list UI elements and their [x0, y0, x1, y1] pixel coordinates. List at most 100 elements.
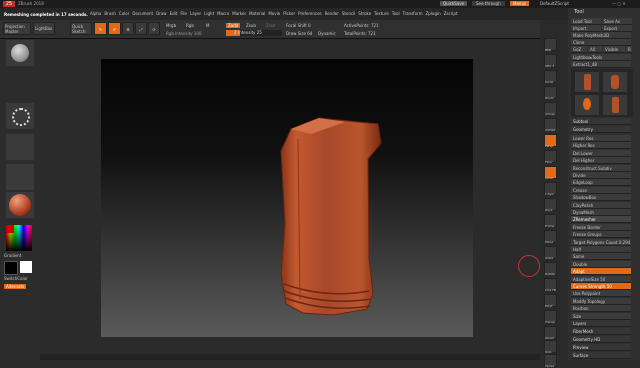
geometry-dynamesh[interactable]: DynaMesh: [571, 209, 631, 216]
menu-item-layer[interactable]: Layer: [190, 11, 201, 16]
geometry-double[interactable]: Double: [571, 260, 631, 268]
shelf-aahalf-button[interactable]: AAHalf: [544, 118, 557, 132]
geometry-reconstruct-subdiv[interactable]: Reconstruct Subdiv: [571, 164, 631, 172]
tool-panel-title[interactable]: Tool: [574, 10, 584, 15]
default-zscript[interactable]: DefaultZScript: [540, 1, 569, 6]
geometry-shadowbox[interactable]: ShadowBox: [571, 194, 631, 202]
save-as-button[interactable]: Save As: [602, 18, 632, 25]
menu-item-transform[interactable]: Transform: [403, 11, 423, 16]
menu-item-render[interactable]: Render: [325, 11, 339, 16]
geometry-zremesher[interactable]: ZRemesher: [571, 216, 631, 224]
geometry-adapt[interactable]: Adapt: [571, 268, 631, 276]
menu-item-edit[interactable]: Edit: [170, 11, 178, 16]
draw-button[interactable]: ✐: [108, 22, 121, 35]
shelf-zoom-button[interactable]: Zoom: [544, 86, 557, 100]
geometry-freeze-groups[interactable]: Freeze Groups: [571, 231, 631, 239]
quicksave-button[interactable]: QuickSave: [440, 1, 468, 6]
rgb-button[interactable]: Rgb: [186, 23, 194, 28]
make-polymesh-button[interactable]: Make PolyMesh3D: [571, 32, 631, 39]
shelf-solo-button[interactable]: Solo: [544, 340, 557, 354]
main-color-swatch[interactable]: [20, 261, 32, 273]
r-button[interactable]: R: [626, 46, 632, 53]
material-thumbnail[interactable]: [6, 192, 34, 218]
z-intensity-slider[interactable]: Z Intensity 25: [226, 30, 282, 36]
shelf-scale-button[interactable]: Scale: [544, 246, 557, 260]
geometry-freeze-border[interactable]: Freeze Border: [571, 223, 631, 231]
shelf-spix-3-button[interactable]: SPix 3: [544, 54, 557, 68]
scale-button[interactable]: ⤢: [135, 22, 147, 35]
current-tool-slider[interactable]: Extract1_48: [571, 61, 631, 68]
menu-item-texture[interactable]: Texture: [374, 11, 389, 16]
geometry-divide[interactable]: Divide: [571, 172, 631, 179]
texture-thumbnail[interactable]: [6, 164, 34, 190]
geometry-modify-topology[interactable]: Modify Topology: [571, 297, 631, 305]
menu-item-macro[interactable]: Macro: [217, 11, 229, 16]
shelf-move-button[interactable]: Move: [544, 230, 557, 244]
section-geometry-hd[interactable]: Geometry HD: [571, 336, 631, 343]
edit-button[interactable]: ✎: [94, 22, 107, 35]
shelf-rotate-button[interactable]: Rotate: [544, 262, 557, 276]
mrgb-button[interactable]: Mrgb: [166, 23, 176, 28]
alpha-thumbnail[interactable]: [6, 134, 34, 160]
subtool-thumb-extract2[interactable]: [603, 95, 627, 115]
switch-color-button[interactable]: SwitchColor: [4, 276, 28, 281]
geometry-same[interactable]: Same: [571, 253, 631, 261]
see-through-slider[interactable]: See-through: [472, 1, 505, 6]
geometry-curves-strength-50[interactable]: Curves Strength 50: [571, 283, 631, 290]
color-picker[interactable]: [6, 225, 32, 251]
shelf-l-sym-button[interactable]: L.Sym: [544, 182, 557, 196]
shelf-frame-button[interactable]: Frame: [544, 214, 557, 228]
window-controls[interactable]: — ▢ ✕: [612, 1, 626, 6]
zadd-button[interactable]: Zadd: [226, 23, 241, 28]
rotate-button[interactable]: ⟳: [148, 22, 160, 35]
menu-item-color[interactable]: Color: [119, 11, 129, 16]
section-subtool[interactable]: Subtool: [571, 118, 631, 125]
geometry-adaptivesize-50[interactable]: AdaptiveSize 50: [571, 275, 631, 283]
all-button[interactable]: All: [588, 46, 602, 53]
section-surface[interactable]: Surface: [571, 352, 631, 359]
shelf-line-fill-button[interactable]: Line Fill: [544, 278, 557, 292]
gradient-label[interactable]: Gradient: [4, 253, 21, 258]
zcut-button[interactable]: Zcut: [266, 23, 275, 28]
geometry-position[interactable]: Position: [571, 305, 631, 313]
geometry-size[interactable]: Size: [571, 312, 631, 320]
lightbox-button[interactable]: LightBox: [33, 22, 55, 35]
geometry-edgeloop[interactable]: EdgeLoop: [571, 179, 631, 187]
import-button[interactable]: Import: [571, 25, 601, 32]
menu-item-zplugin[interactable]: Zplugin: [426, 11, 441, 16]
projection-master-button[interactable]: Projection Master: [3, 22, 31, 35]
menus-button[interactable]: Menus: [510, 1, 530, 6]
menu-item-stroke[interactable]: Stroke: [358, 11, 371, 16]
shelf-polyf-button[interactable]: PolyF: [544, 294, 557, 308]
menu-item-brush[interactable]: Brush: [104, 11, 116, 16]
shelf-transp-button[interactable]: Transp: [544, 310, 557, 324]
menu-item-picker[interactable]: Picker: [283, 11, 295, 16]
shelf-ghost-button[interactable]: Ghost: [544, 326, 557, 340]
stroke-thumbnail[interactable]: [6, 103, 34, 129]
clone-button[interactable]: Clone: [571, 39, 631, 46]
goz-button[interactable]: GoZ: [571, 46, 587, 53]
menu-item-zscript[interactable]: Zscript: [444, 11, 458, 16]
document-canvas[interactable]: [101, 59, 473, 337]
focal-shift-slider[interactable]: Focal Shift 0: [286, 23, 311, 28]
dynamic-button[interactable]: Dynamic: [318, 31, 336, 36]
geometry-del-higher[interactable]: Del Higher: [571, 157, 631, 165]
subtool-thumb-extract[interactable]: [575, 72, 599, 92]
menu-item-preferences[interactable]: Preferences: [298, 11, 322, 16]
load-tool-button[interactable]: Load Tool: [571, 18, 601, 25]
geometry-claypolish[interactable]: ClayPolish: [571, 201, 631, 209]
shelf-bpr-button[interactable]: BPR: [544, 38, 557, 52]
menu-item-marker[interactable]: Marker: [232, 11, 246, 16]
menu-item-alpha[interactable]: Alpha: [90, 11, 101, 16]
shelf-gxyz-button[interactable]: Gxyz: [544, 198, 557, 212]
draw-size-slider[interactable]: Draw Size 64: [286, 31, 312, 36]
menu-item-material[interactable]: Material: [249, 11, 265, 16]
section-layers[interactable]: Layers: [571, 320, 631, 327]
geometry-del-lower[interactable]: Del Lower: [571, 149, 631, 157]
menu-item-movie[interactable]: Movie: [268, 11, 280, 16]
geometry-target-polygons-count-0-294[interactable]: Target Polygons Count 0.294: [571, 238, 631, 246]
secondary-color-swatch[interactable]: [4, 261, 18, 275]
menu-item-file[interactable]: File: [180, 11, 187, 16]
shelf-floor-button[interactable]: Floor: [544, 150, 557, 164]
section-preview[interactable]: Preview: [571, 344, 631, 351]
